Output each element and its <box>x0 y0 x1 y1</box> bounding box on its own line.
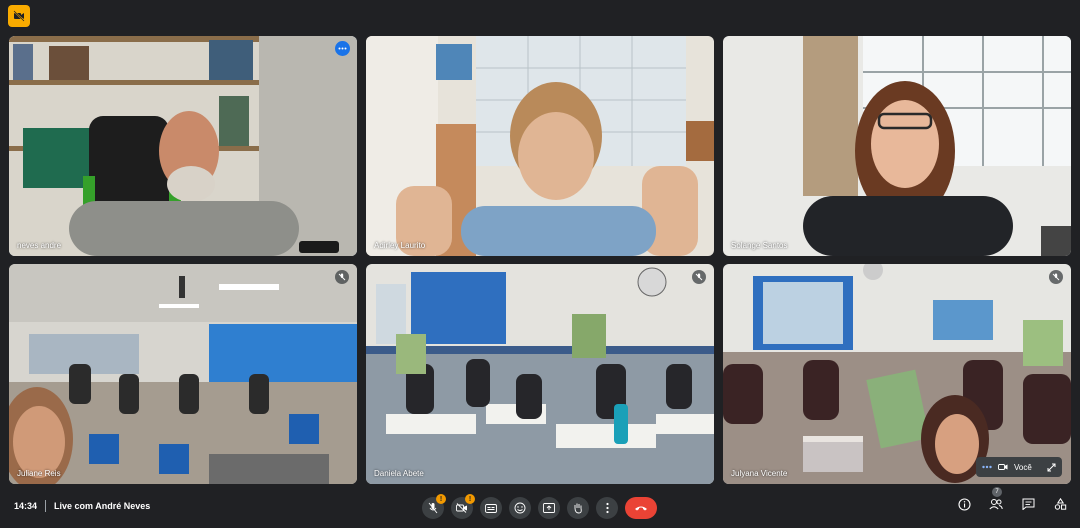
video-feed <box>9 264 357 484</box>
camera-off-icon[interactable] <box>8 5 30 27</box>
video-feed <box>366 264 714 484</box>
camera-off-icon[interactable] <box>998 463 1008 471</box>
video-grid: neves andre Adirley Laurito Solange Sant… <box>9 36 1071 484</box>
captions-icon <box>485 503 497 513</box>
raise-hand-button[interactable] <box>567 497 589 519</box>
expand-icon[interactable] <box>1047 463 1056 472</box>
emoji-icon <box>514 502 526 514</box>
mic-off-icon <box>428 502 438 514</box>
participant-tile[interactable]: Adirley Laurito <box>366 36 714 256</box>
clock: 14:34 <box>14 501 38 511</box>
more-options-icon <box>338 47 347 50</box>
participant-name: neves andre <box>17 241 62 250</box>
mic-toggle-button[interactable]: ! <box>422 494 446 519</box>
camera-toggle-button[interactable]: ! <box>451 494 475 519</box>
warning-badge: ! <box>436 494 446 504</box>
meeting-details-button[interactable] <box>956 496 972 512</box>
video-feed <box>366 36 714 256</box>
bottom-bar: 14:34 Live com André Neves ! ! 7 <box>0 487 1080 528</box>
meeting-info: 14:34 Live com André Neves <box>14 500 150 512</box>
chat-icon <box>1022 498 1034 510</box>
participant-count-badge: 7 <box>992 487 1002 497</box>
participant-name: Solange Santos <box>731 241 788 250</box>
call-controls: ! ! <box>422 493 657 523</box>
mute-indicator <box>1049 270 1063 284</box>
participant-name: Daniela Abete <box>374 469 424 478</box>
participant-name: Julyana Vicente <box>731 469 788 478</box>
participant-name: Juliane Reis <box>17 469 61 478</box>
activities-icon <box>1054 498 1066 510</box>
warning-badge: ! <box>465 494 475 504</box>
people-icon <box>989 499 1003 510</box>
leave-call-button[interactable] <box>625 497 657 519</box>
more-options-button[interactable] <box>335 41 350 56</box>
participant-tile[interactable]: neves andre <box>9 36 357 256</box>
participant-tile[interactable]: Solange Santos <box>723 36 1071 256</box>
present-button[interactable] <box>538 497 560 519</box>
participant-tile[interactable]: Daniela Abete <box>366 264 714 484</box>
camera-off-icon <box>456 503 467 513</box>
mute-indicator <box>692 270 706 284</box>
mute-indicator <box>335 270 349 284</box>
more-vert-icon <box>605 502 609 514</box>
mic-off-icon <box>695 273 703 281</box>
people-button[interactable]: 7 <box>988 487 1004 512</box>
captions-button[interactable] <box>480 497 502 519</box>
divider <box>45 500 47 512</box>
chat-button[interactable] <box>1020 496 1036 512</box>
self-label: Você <box>1014 462 1032 472</box>
self-view-chip[interactable]: Você <box>976 457 1062 477</box>
raise-hand-icon <box>574 503 582 514</box>
video-feed <box>723 36 1071 256</box>
more-options-icon[interactable] <box>982 465 992 469</box>
more-options-button[interactable] <box>596 497 618 519</box>
reactions-button[interactable] <box>509 497 531 519</box>
participant-tile[interactable]: Julyana Vicente Você <box>723 264 1071 484</box>
video-feed <box>723 264 1071 484</box>
present-screen-icon <box>543 503 555 513</box>
mic-off-icon <box>1052 273 1060 281</box>
info-icon <box>957 497 971 511</box>
video-feed <box>9 36 357 256</box>
meeting-title: Live com André Neves <box>54 501 151 511</box>
participant-tile[interactable]: Juliane Reis <box>9 264 357 484</box>
activities-button[interactable] <box>1052 496 1068 512</box>
participant-name: Adirley Laurito <box>374 241 426 250</box>
side-panel-controls: 7 <box>956 487 1068 512</box>
top-bar <box>0 0 1080 34</box>
hangup-icon <box>635 506 647 511</box>
mic-off-icon <box>338 273 346 281</box>
